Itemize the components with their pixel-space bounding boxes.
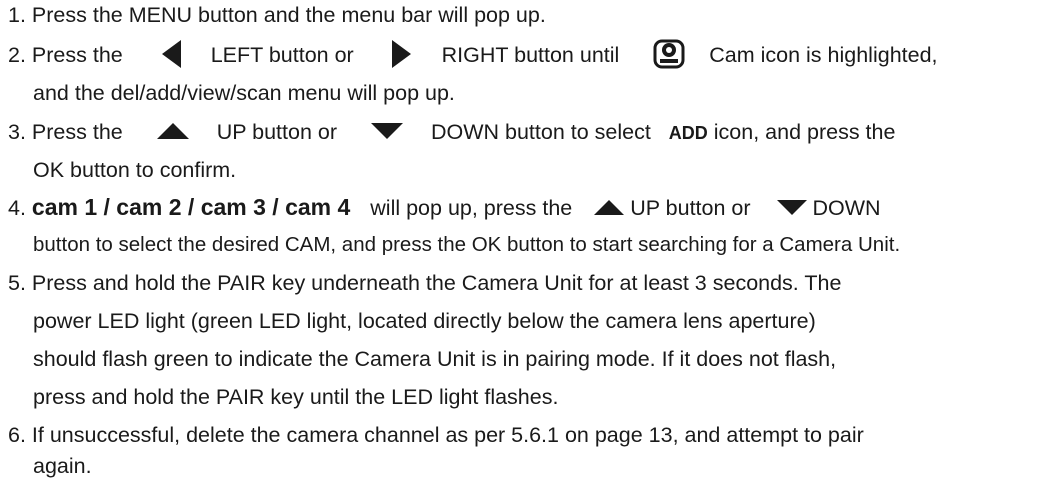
step-text: Press the [31, 120, 123, 144]
step-text: UP button or [630, 196, 751, 220]
step-number: 3. [8, 120, 26, 144]
step-text: Press the MENU button and the menu bar w… [31, 3, 546, 27]
cam-list: cam 1 / cam 2 / cam 3 / cam 4 [31, 194, 351, 220]
add-keyword: ADD [668, 123, 708, 143]
left-arrow-icon [161, 40, 181, 69]
step-text: press and hold the PAIR key until the LE… [33, 385, 559, 409]
step-text: DOWN [812, 196, 881, 220]
step-text: If unsuccessful, delete the camera chann… [31, 423, 864, 447]
step-1: 1. Press the MENU button and the menu ba… [8, 0, 546, 30]
step-text: icon, and press the [713, 120, 896, 144]
step-text: OK button to confirm. [33, 158, 237, 182]
step-text: power LED light (green LED light, locate… [33, 309, 816, 333]
down-arrow-icon [370, 123, 403, 140]
instructions-document: 1. Press the MENU button and the menu ba… [0, 0, 1064, 481]
step-text: Press the [31, 43, 123, 67]
step-3: 3. Press the UP button or DOWN button to… [8, 117, 895, 147]
step-number: 4. [8, 196, 26, 220]
step-number: 5. [8, 271, 26, 295]
right-arrow-icon [391, 40, 412, 69]
step-text: UP button or [216, 120, 338, 144]
step-6-continuation: again. [33, 451, 92, 481]
step-2: 2. Press the LEFT button or RIGHT button… [8, 39, 938, 70]
step-text: should flash green to indicate the Camer… [33, 347, 837, 371]
step-text: DOWN button to select [430, 120, 651, 144]
step-text: Cam icon is highlighted, [709, 43, 938, 67]
step-text: again. [33, 454, 92, 478]
step-text: button to select the desired CAM, and pr… [33, 233, 901, 256]
step-number: 1. [8, 3, 26, 27]
camera-icon [653, 39, 685, 69]
step-5-continuation: should flash green to indicate the Camer… [33, 344, 836, 374]
up-arrow-icon [156, 123, 189, 140]
step-5-continuation: power LED light (green LED light, locate… [33, 306, 816, 336]
step-text: and the del/add/view/scan menu will pop … [33, 81, 455, 105]
step-4: 4. cam 1 / cam 2 / cam 3 / cam 4 will po… [8, 192, 881, 222]
up-arrow-icon [594, 199, 625, 215]
step-4-continuation: button to select the desired CAM, and pr… [33, 230, 900, 260]
step-5: 5. Press and hold the PAIR key underneat… [8, 268, 841, 298]
step-6: 6. If unsuccessful, delete the camera ch… [8, 420, 864, 450]
step-text: RIGHT button until [441, 43, 620, 67]
step-number: 6. [8, 423, 26, 447]
down-arrow-icon [776, 199, 807, 215]
step-text: LEFT button or [210, 43, 354, 67]
step-5-continuation: press and hold the PAIR key until the LE… [33, 382, 558, 412]
step-2-continuation: and the del/add/view/scan menu will pop … [33, 78, 455, 108]
step-3-continuation: OK button to confirm. [33, 155, 236, 185]
step-text: will pop up, press the [370, 196, 573, 220]
step-text: Press and hold the PAIR key underneath t… [31, 271, 842, 295]
step-number: 2. [8, 43, 26, 67]
